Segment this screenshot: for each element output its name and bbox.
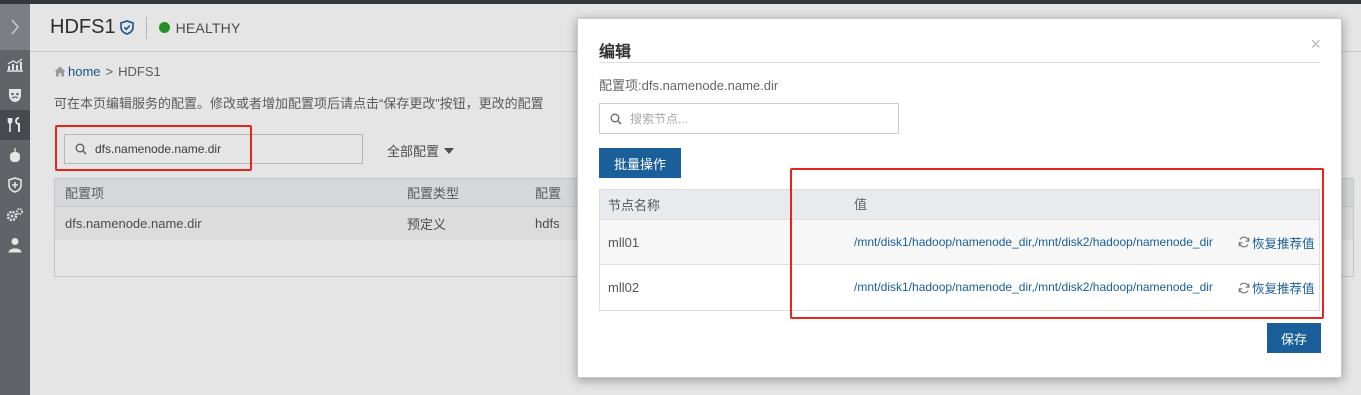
node-search-input[interactable] xyxy=(630,111,880,126)
annotation-highlight-values xyxy=(790,168,1324,319)
modal-title: 编辑 xyxy=(599,44,632,61)
node-search-field[interactable] xyxy=(599,103,899,134)
modal-divider xyxy=(599,62,1320,63)
save-button[interactable]: 保存 xyxy=(1267,323,1321,353)
annotation-highlight-search xyxy=(55,125,252,171)
close-icon[interactable]: × xyxy=(1310,35,1321,53)
batch-operation-button[interactable]: 批量操作 xyxy=(599,148,681,178)
search-icon xyxy=(610,113,622,124)
config-item-label: 配置项:dfs.namenode.name.dir xyxy=(599,78,779,93)
